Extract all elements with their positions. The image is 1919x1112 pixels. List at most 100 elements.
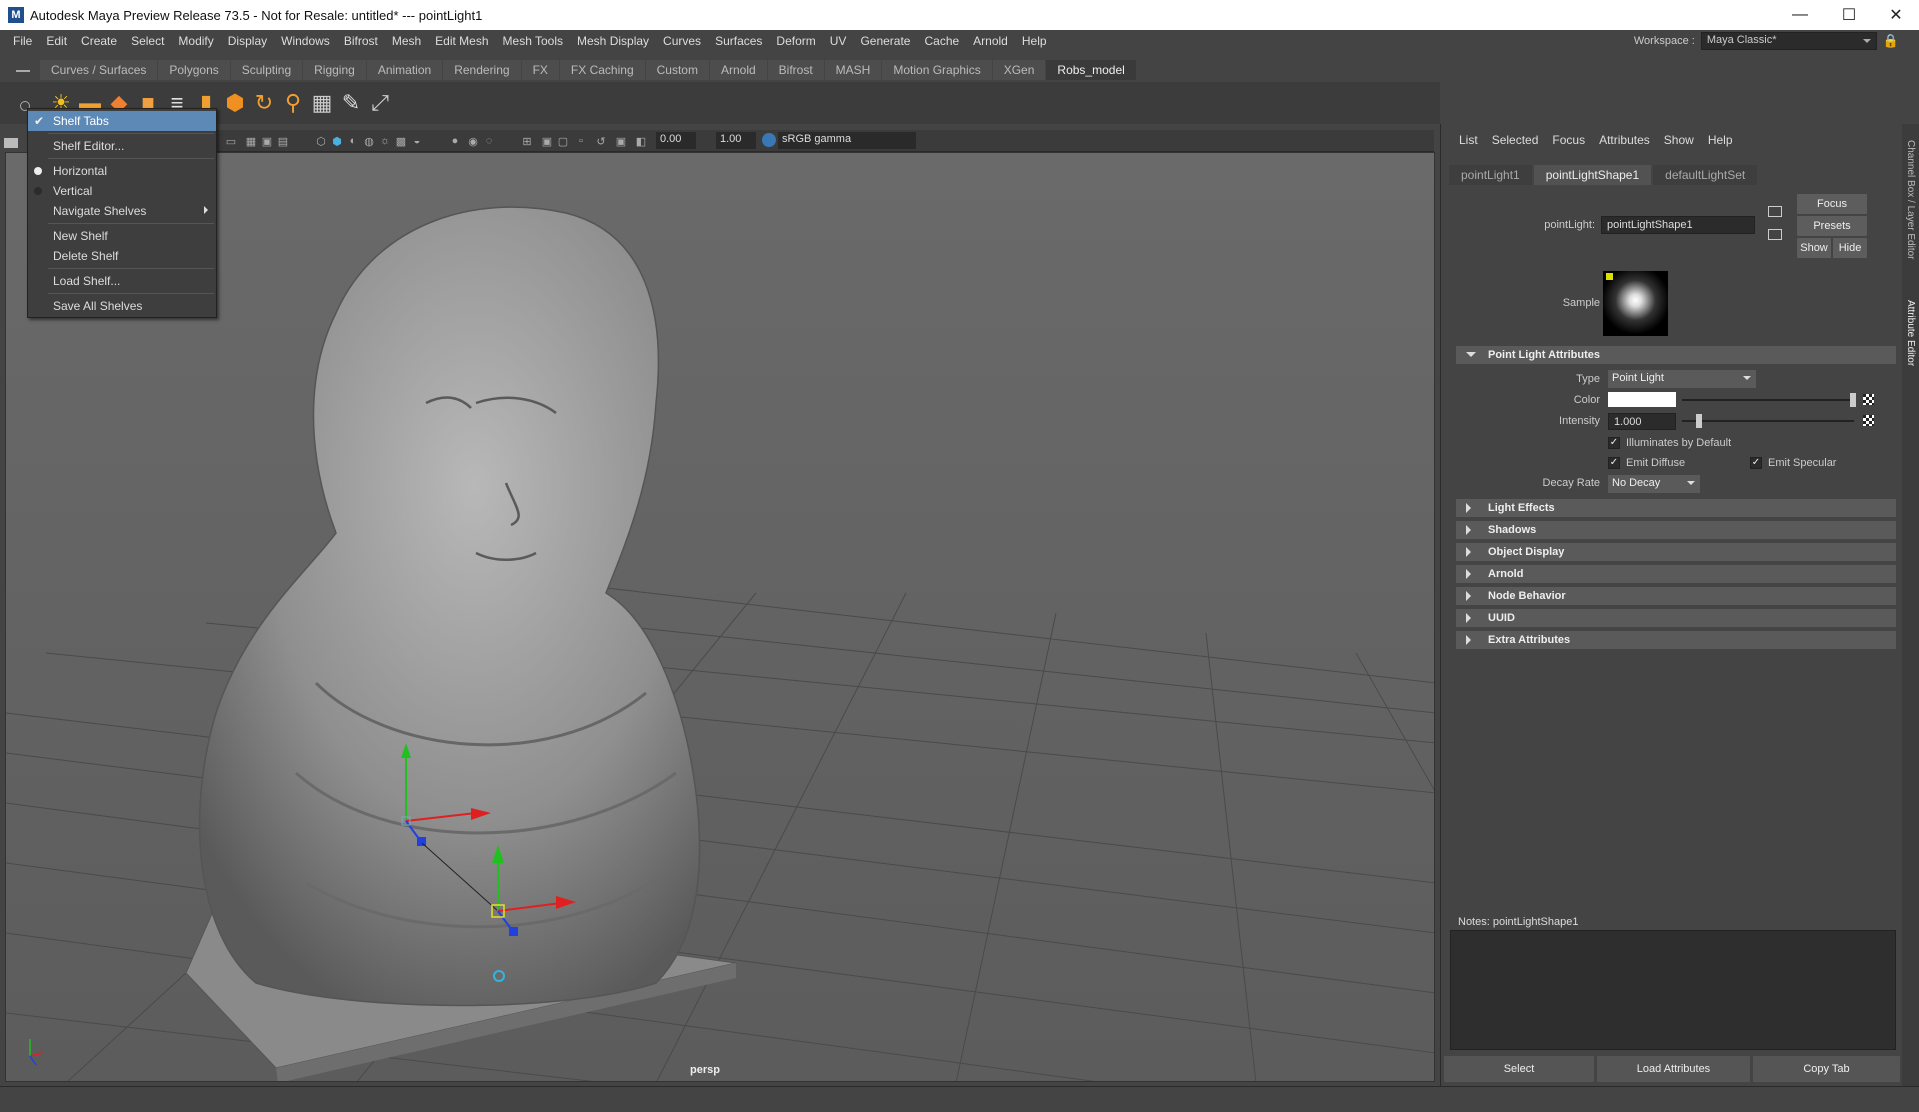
viewport-tool-icon[interactable]: ◌ [482,134,496,148]
menu-create[interactable]: Create [74,34,124,48]
light-type-dropdown[interactable]: Point Light [1608,370,1756,388]
ae-menu-list[interactable]: List [1452,133,1485,147]
viewport-tool-icon[interactable]: ▫ [574,134,588,148]
viewport-tool-icon[interactable]: ◍ [362,134,376,148]
viewport-tool-icon[interactable]: ▣ [614,134,628,148]
section-object-display[interactable]: Object Display [1456,543,1896,561]
menu-windows[interactable]: Windows [274,34,337,48]
viewport-tool-icon[interactable]: ◒ [410,134,424,148]
shelf-tab-rigging[interactable]: Rigging [303,60,366,80]
ae-menu-selected[interactable]: Selected [1485,133,1546,147]
shelf-tab-rendering[interactable]: Rendering [443,60,521,80]
shelf-tab-curves-surfaces[interactable]: Curves / Surfaces [40,60,158,80]
menu-bifrost[interactable]: Bifrost [337,34,385,48]
viewport-tool-icon[interactable]: ▢ [556,134,570,148]
intensity-slider-track[interactable] [1682,420,1854,422]
ae-menu-help[interactable]: Help [1701,133,1740,147]
shelf-tab-animation[interactable]: Animation [366,60,443,80]
color-swatch[interactable] [1608,392,1676,407]
menu-item-delete-shelf[interactable]: Delete Shelf [28,246,216,266]
menu-item-save-all-shelves[interactable]: Save All Shelves [28,296,216,316]
input-connections-icon[interactable] [1768,206,1782,217]
shelf-menu-handle-icon[interactable] [16,70,30,72]
select-tool-icon[interactable] [4,138,18,148]
intensity-map-icon[interactable] [1863,415,1874,426]
viewport-persp[interactable] [5,152,1435,1082]
viewport-tool-icon[interactable]: ▭ [224,134,238,148]
shelf-tab-polygons[interactable]: Polygons [158,60,230,80]
close-button[interactable]: ✕ [1873,0,1919,30]
shelf-tab-bifrost[interactable]: Bifrost [767,60,824,80]
load-attributes-button[interactable]: Load Attributes [1597,1056,1750,1082]
grid-icon[interactable]: ▦ [307,88,337,118]
viewport-tool-icon[interactable]: ▣ [260,134,274,148]
intensity-slider-handle[interactable] [1696,414,1702,428]
menu-edit-mesh[interactable]: Edit Mesh [428,34,495,48]
color-slider-handle[interactable] [1850,393,1856,407]
viewport-tool-icon[interactable]: ▣ [540,134,554,148]
section-arnold[interactable]: Arnold [1456,565,1896,583]
rotate-icon[interactable]: ↻ [249,88,279,118]
shelf-tab-fx-caching[interactable]: FX Caching [559,60,645,80]
illuminates-by-default-checkbox[interactable]: ✓ [1608,437,1620,449]
show-button[interactable]: Show [1797,238,1831,258]
decay-rate-dropdown[interactable]: No Decay [1608,475,1700,493]
menu-item-vertical[interactable]: Vertical [28,181,216,201]
viewport-tool-icon[interactable]: ◧ [634,134,648,148]
output-connections-icon[interactable] [1768,229,1782,240]
menu-edit[interactable]: Edit [39,34,74,48]
shelf-tab-fx[interactable]: FX [521,60,559,80]
joint-icon[interactable]: ⚲ [278,88,308,118]
color-space-dropdown[interactable]: sRGB gamma [778,132,916,149]
menu-arnold[interactable]: Arnold [966,34,1015,48]
menu-item-new-shelf[interactable]: New Shelf [28,226,216,246]
viewport-tool-icon[interactable]: ◐ [346,134,360,148]
menu-item-shelf-tabs[interactable]: ✔ Shelf Tabs [28,111,216,131]
sample-update-icon[interactable] [1606,273,1613,280]
shelf-tab-custom[interactable]: Custom [645,60,709,80]
viewport-tool-icon[interactable]: ● [448,134,462,148]
ae-menu-show[interactable]: Show [1657,133,1701,147]
node-name-field[interactable]: pointLightShape1 [1601,216,1755,234]
shelf-tab-sculpting[interactable]: Sculpting [230,60,303,80]
ae-tab-pointlight1[interactable]: pointLight1 [1449,165,1532,185]
menu-mesh-tools[interactable]: Mesh Tools [496,34,570,48]
menu-item-horizontal[interactable]: Horizontal [28,161,216,181]
section-point-light-attributes[interactable]: Point Light Attributes [1456,346,1896,364]
exposure-field[interactable]: 0.00 [656,132,696,149]
pen-icon[interactable]: ✎ [336,88,366,118]
channel-box-tab[interactable]: Channel Box / Layer Editor [1905,140,1916,260]
shelf-tab-xgen[interactable]: XGen [992,60,1046,80]
section-light-effects[interactable]: Light Effects [1456,499,1896,517]
workspace-dropdown[interactable]: Maya Classic* [1700,32,1877,50]
viewport-tool-icon[interactable]: ▤ [276,134,290,148]
color-map-icon[interactable] [1863,394,1874,405]
viewport-tool-icon[interactable]: ☼ [378,134,392,148]
menu-mesh[interactable]: Mesh [385,34,428,48]
menu-item-load-shelf[interactable]: Load Shelf... [28,271,216,291]
shelf-tab-arnold[interactable]: Arnold [709,60,767,80]
color-slider-track[interactable] [1682,399,1854,401]
focus-button[interactable]: Focus [1797,194,1867,214]
menu-generate[interactable]: Generate [853,34,917,48]
maximize-button[interactable]: ☐ [1826,0,1872,30]
menu-display[interactable]: Display [221,34,274,48]
menu-item-shelf-editor[interactable]: Shelf Editor... [28,136,216,156]
viewport-tool-icon[interactable]: ⬡ [314,134,328,148]
menu-cache[interactable]: Cache [917,34,966,48]
menu-help[interactable]: Help [1015,34,1054,48]
menu-deform[interactable]: Deform [769,34,822,48]
ae-tab-pointlightshape1[interactable]: pointLightShape1 [1533,165,1652,185]
section-extra-attributes[interactable]: Extra Attributes [1456,631,1896,649]
minimize-button[interactable]: — [1777,0,1823,30]
lock-icon[interactable]: 🔒 [1883,33,1899,49]
section-shadows[interactable]: Shadows [1456,521,1896,539]
ae-menu-focus[interactable]: Focus [1545,133,1592,147]
copy-tab-button[interactable]: Copy Tab [1753,1056,1900,1082]
presets-button[interactable]: Presets [1797,216,1867,236]
viewport-tool-icon[interactable]: ⬢ [330,134,344,148]
transform-icon[interactable]: ⤢ [365,88,395,118]
menu-mesh-display[interactable]: Mesh Display [570,34,656,48]
attribute-editor-tab[interactable]: Attribute Editor [1905,300,1916,366]
menu-modify[interactable]: Modify [171,34,220,48]
